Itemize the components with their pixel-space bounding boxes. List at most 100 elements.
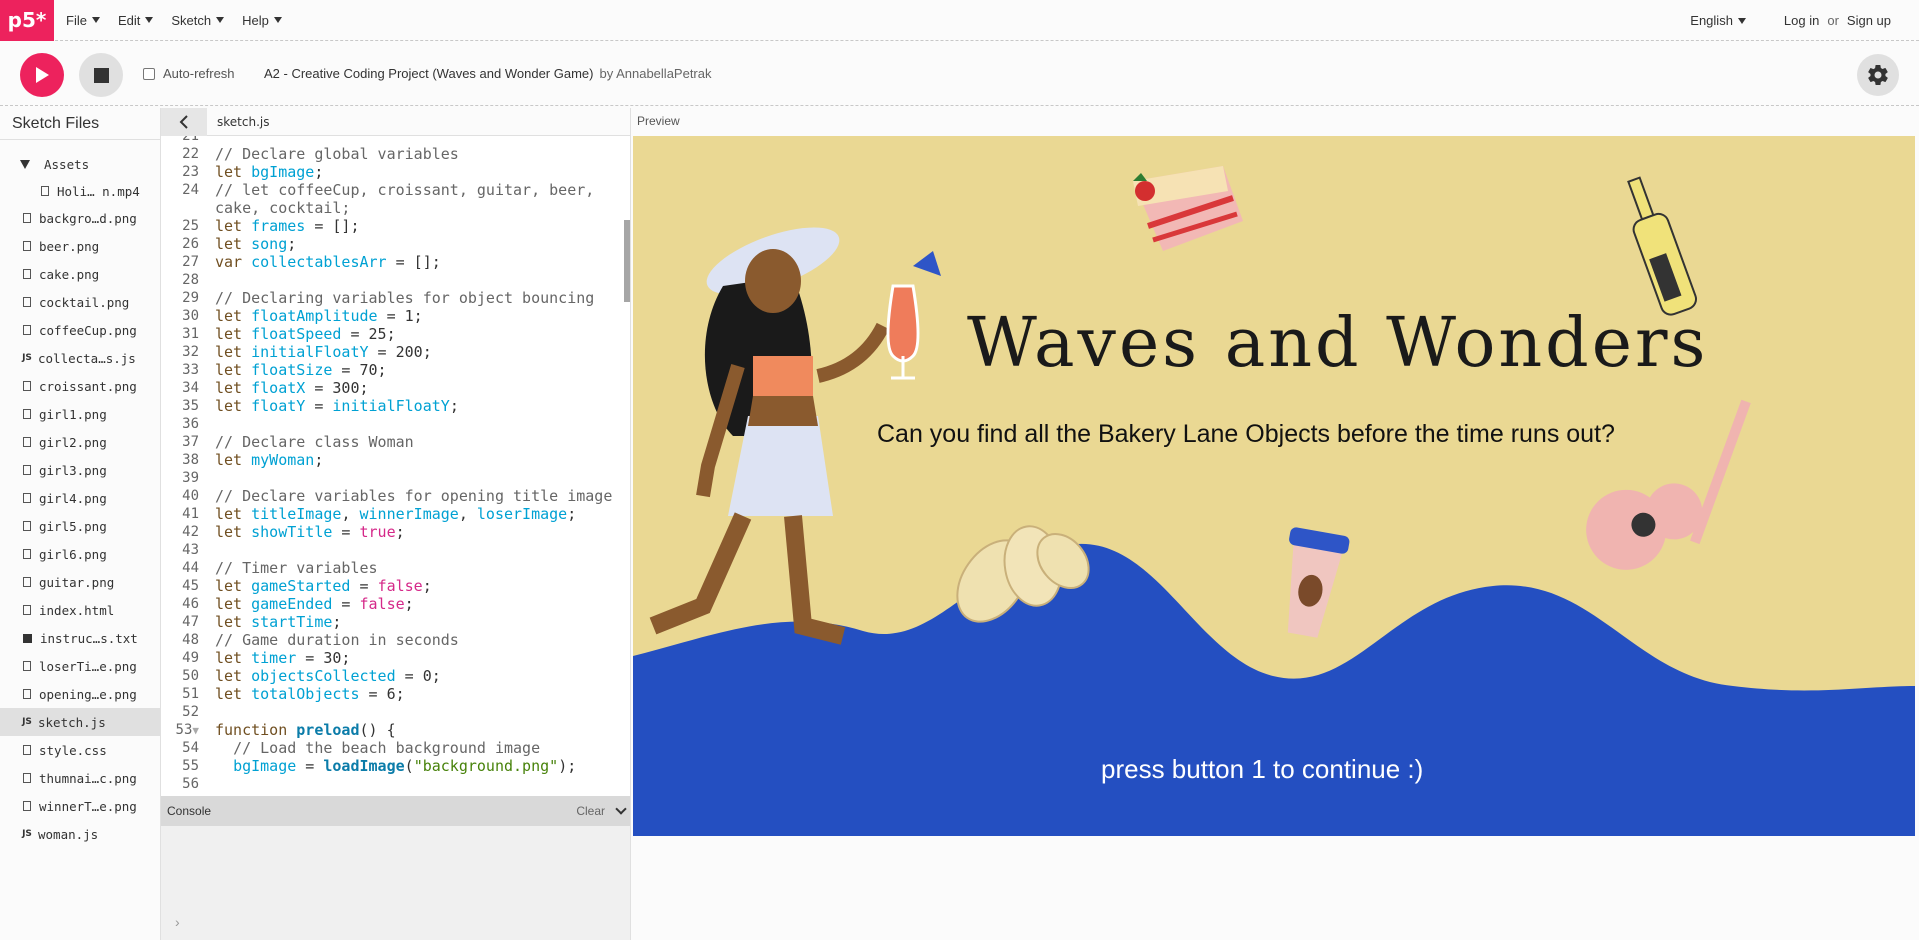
- file-icon: [41, 186, 49, 196]
- file-name: style.css: [39, 742, 107, 758]
- guitar-image: [1586, 399, 1751, 570]
- file-name: girl1.png: [39, 406, 107, 422]
- file-icon: [23, 661, 31, 671]
- file-item[interactable]: winnerT…e.png: [0, 792, 160, 820]
- file-item[interactable]: girl4.png: [0, 484, 160, 512]
- preview-label: Preview: [637, 114, 680, 128]
- settings-button[interactable]: [1857, 54, 1899, 96]
- menu-help-label: Help: [242, 12, 269, 28]
- file-item[interactable]: backgro…d.png: [0, 204, 160, 232]
- autorefresh-toggle[interactable]: Auto-refresh: [143, 66, 235, 81]
- signup-link[interactable]: Sign up: [1847, 13, 1891, 28]
- file-item[interactable]: index.html: [0, 596, 160, 624]
- file-item[interactable]: girl6.png: [0, 540, 160, 568]
- file-name: guitar.png: [39, 574, 115, 590]
- stop-icon: [93, 67, 109, 83]
- file-icon: [23, 297, 31, 307]
- console-clear-button[interactable]: Clear: [576, 804, 605, 818]
- file-name: Holi… n.mp4: [57, 183, 140, 199]
- file-item[interactable]: girl5.png: [0, 512, 160, 540]
- console-header[interactable]: Console Clear: [161, 796, 631, 826]
- file-name: loserTi…e.png: [39, 658, 137, 674]
- play-button[interactable]: [20, 53, 64, 97]
- file-item[interactable]: JS sketch.js: [0, 708, 160, 736]
- language-label: English: [1690, 13, 1733, 28]
- js-file-icon: JS: [22, 353, 32, 363]
- file-item[interactable]: beer.png: [0, 232, 160, 260]
- gear-icon: [1868, 64, 1888, 86]
- beer-bottle-image: [1627, 176, 1697, 316]
- file-name: sketch.js: [38, 714, 106, 730]
- file-item[interactable]: croissant.png: [0, 372, 160, 400]
- p5-logo[interactable]: p5*: [0, 0, 54, 41]
- file-icon: [23, 437, 31, 447]
- sketch-name[interactable]: A2 - Creative Coding Project (Waves and …: [264, 66, 593, 81]
- menu-sketch[interactable]: Sketch: [171, 12, 225, 28]
- file-name: girl2.png: [39, 434, 107, 450]
- file-icon: [23, 381, 31, 391]
- file-item[interactable]: cocktail.png: [0, 288, 160, 316]
- menu-file[interactable]: File: [66, 13, 100, 28]
- file-name: cocktail.png: [39, 294, 130, 310]
- autorefresh-checkbox[interactable]: [143, 67, 155, 80]
- file-item[interactable]: loserTi…e.png: [0, 652, 160, 680]
- file-item[interactable]: girl1.png: [0, 400, 160, 428]
- file-icon: [23, 605, 31, 615]
- file-item[interactable]: guitar.png: [0, 568, 160, 596]
- top-nav: p5* File Edit Sketch Help English Log in…: [0, 0, 1919, 41]
- file-name: thumnai…c.png: [39, 770, 137, 786]
- file-item[interactable]: girl3.png: [0, 456, 160, 484]
- game-subtitle: Can you find all the Bakery Lane Objects…: [877, 420, 1615, 448]
- console-label: Console: [167, 804, 212, 818]
- file-item[interactable]: JS collecta…s.js: [0, 344, 160, 372]
- file-item[interactable]: girl2.png: [0, 428, 160, 456]
- code-area[interactable]: 21 22// Declare global variables 23 let b…: [161, 136, 631, 796]
- chevron-left-icon: [179, 114, 188, 129]
- menu-sketch-label: Sketch: [171, 12, 212, 28]
- file-item[interactable]: instruc…s.txt: [0, 624, 160, 652]
- code-editor: sketch.js 21 22// Declare global variabl…: [160, 107, 631, 940]
- console-clear-group: Clear: [576, 803, 627, 818]
- sketch-title[interactable]: A2 - Creative Coding Project (Waves and …: [264, 66, 712, 81]
- file-sidebar: Sketch Files Assets Holi… n.mp4 backgro……: [0, 108, 160, 940]
- stop-button[interactable]: [79, 53, 123, 97]
- file-item[interactable]: coffeeCup.png: [0, 316, 160, 344]
- file-icon: [23, 801, 31, 811]
- file-item[interactable]: style.css: [0, 736, 160, 764]
- editor-tab-name[interactable]: sketch.js: [217, 115, 269, 129]
- coffee-cup-image: [1287, 527, 1350, 638]
- file-item[interactable]: Holi… n.mp4: [0, 178, 160, 204]
- sketch-author[interactable]: by AnnabellaPetrak: [599, 66, 711, 81]
- console-output[interactable]: ›: [161, 826, 631, 940]
- file-item[interactable]: JS woman.js: [0, 820, 160, 848]
- file-icon: [23, 745, 31, 755]
- folder-open-icon: [20, 159, 30, 169]
- autorefresh-label: Auto-refresh: [163, 66, 235, 81]
- collapse-sidebar-button[interactable]: [161, 107, 207, 136]
- menu-file-label: File: [66, 12, 87, 28]
- sketch-canvas[interactable]: Waves and Wonders Can you find all the B…: [633, 136, 1915, 836]
- login-link[interactable]: Log in: [1784, 13, 1819, 28]
- file-item[interactable]: opening…e.png: [0, 680, 160, 708]
- chevron-down-icon[interactable]: [615, 803, 627, 815]
- menu-edit[interactable]: Edit: [118, 13, 154, 28]
- file-item[interactable]: cake.png: [0, 260, 160, 288]
- file-icon: [23, 325, 31, 335]
- file-name: beer.png: [39, 238, 100, 254]
- folder-name: Assets: [44, 156, 90, 172]
- continue-prompt: press button 1 to continue :): [1101, 754, 1424, 784]
- file-name: girl3.png: [39, 462, 107, 478]
- menu-help[interactable]: Help: [242, 13, 282, 28]
- file-name: collecta…s.js: [38, 350, 136, 366]
- caret-down-icon: [91, 17, 100, 23]
- account-nav: English Log in or Sign up: [1690, 0, 1891, 41]
- game-scene: [633, 166, 1915, 836]
- game-title: Waves and Wonders: [967, 304, 1709, 383]
- language-select[interactable]: English: [1690, 13, 1746, 28]
- folder-assets[interactable]: Assets: [0, 150, 160, 178]
- file-name: croissant.png: [39, 378, 137, 394]
- file-name: winnerT…e.png: [39, 798, 137, 814]
- file-item[interactable]: thumnai…c.png: [0, 764, 160, 792]
- file-list: Assets Holi… n.mp4 backgro…d.png beer.png…: [0, 150, 160, 848]
- or-text: or: [1827, 13, 1839, 28]
